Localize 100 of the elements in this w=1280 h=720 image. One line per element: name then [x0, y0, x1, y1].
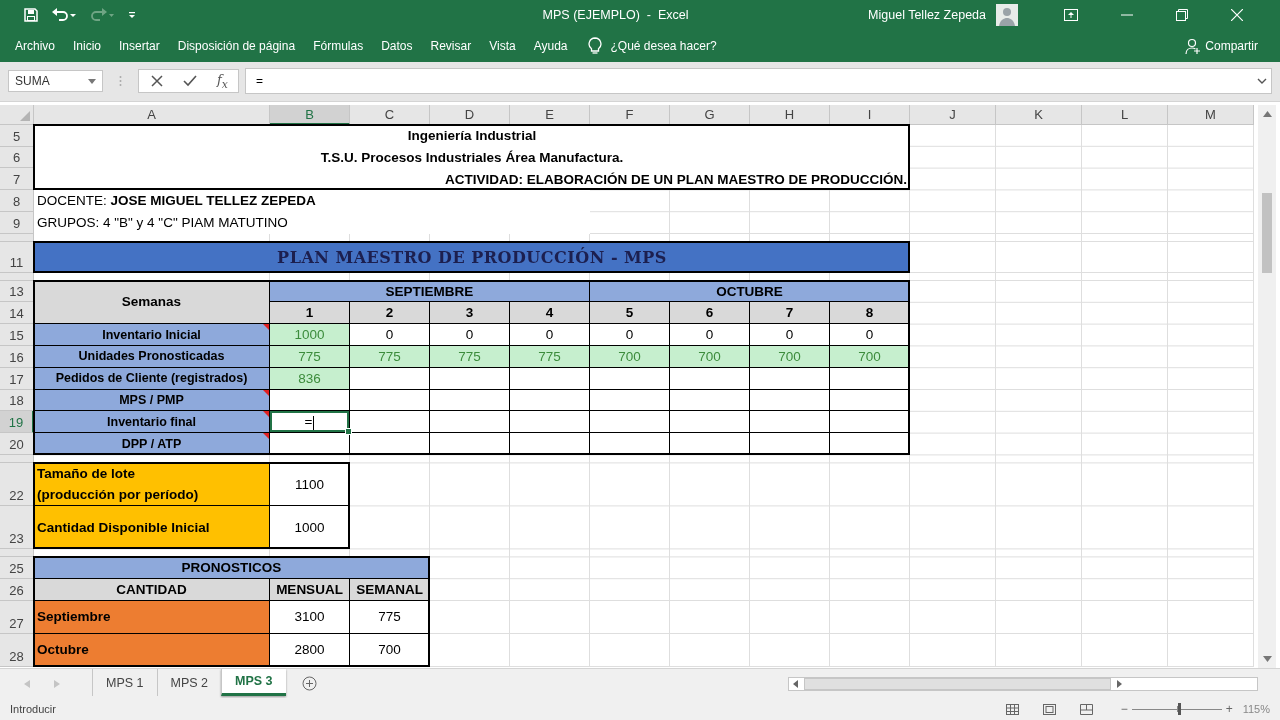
table-cell: 836	[270, 367, 350, 390]
ribbon-tab[interactable]: Fórmulas	[304, 29, 373, 62]
sheet-tab[interactable]: MPS 1	[92, 669, 157, 697]
row-header[interactable]: 16	[0, 346, 34, 368]
column-header[interactable]: K	[996, 104, 1082, 125]
table-header: 2	[350, 302, 430, 325]
table-cell: 1000	[270, 324, 350, 347]
sheet-tab[interactable]: MPS 3	[221, 669, 286, 697]
sheet-heading: ACTIVIDAD: ELABORACIÓN DE UN PLAN MAESTRO DE PRODUCCIÓN.	[444, 170, 908, 189]
status-mode: Introducir	[10, 703, 56, 716]
window-title: MPS (EJEMPLO) - Excel	[541, 7, 690, 22]
column-header[interactable]: F	[590, 104, 670, 125]
table-header: MENSUAL	[270, 578, 350, 601]
row-header[interactable]: 28	[0, 633, 34, 667]
sheet-text: DOCENTE: JOSE MIGUEL TELLEZ ZEPEDA	[34, 190, 590, 212]
table-header: 3	[430, 302, 510, 325]
row-label: MPS / PMP	[34, 389, 270, 412]
row-label: Pedidos de Cliente (registrados)	[34, 367, 270, 390]
column-header[interactable]: L	[1082, 104, 1168, 125]
table-header: SEPTIEMBRE	[270, 280, 590, 303]
table-header: 5	[590, 302, 670, 325]
row-header[interactable]: 15	[0, 324, 34, 347]
zoom-in-button[interactable]: +	[1221, 702, 1237, 717]
column-header[interactable]: A	[34, 104, 270, 125]
row-label: Inventario Inicial	[34, 324, 270, 347]
row-header[interactable]: 11	[0, 241, 34, 273]
ribbon-tab[interactable]: Datos	[372, 29, 422, 62]
table-cell: 700	[590, 346, 670, 368]
row-header[interactable]: 17	[0, 367, 34, 390]
row-header[interactable]: 27	[0, 600, 34, 634]
column-header[interactable]: G	[670, 104, 750, 125]
table-cell: 775	[350, 346, 430, 368]
table-header: 7	[750, 302, 830, 325]
name-box[interactable]: SUMA	[8, 70, 103, 93]
table-cell: 775	[270, 346, 350, 368]
ribbon-tab[interactable]: Revisar	[421, 29, 481, 62]
table-cell: 0	[430, 324, 510, 347]
row-header[interactable]: 19	[0, 411, 34, 434]
table-cell: 0	[830, 324, 910, 347]
row-header[interactable]: 14	[0, 302, 34, 325]
row-header[interactable]: 8	[0, 190, 34, 212]
column-header[interactable]: B	[270, 104, 350, 125]
table-header: CANTIDAD	[34, 578, 270, 601]
column-header[interactable]: M	[1168, 104, 1254, 125]
sheet-heading: T.S.U. Procesos Industriales Área Manufactura.	[319, 148, 625, 167]
ribbon-tab[interactable]: Insertar	[110, 29, 169, 62]
row-header[interactable]: 9	[0, 211, 34, 234]
table-header: 4	[510, 302, 590, 325]
ribbon-tab[interactable]: Inicio	[64, 29, 111, 62]
insert-function-button[interactable]: f$_{x}$	[217, 72, 228, 91]
table-header: PRONOSTICOS	[34, 557, 430, 579]
table-header: OCTUBRE	[590, 280, 910, 303]
row-label: Inventario final	[34, 411, 270, 434]
row-header[interactable]: 20	[0, 433, 34, 456]
tell-me-field[interactable]: ¿Qué desea hacer?	[610, 38, 1180, 53]
row-header[interactable]: 6	[0, 146, 34, 169]
table-cell: 775	[430, 346, 510, 368]
table-label: Septiembre	[34, 600, 270, 634]
table-cell: =	[270, 411, 350, 434]
ribbon-tab[interactable]: Archivo	[6, 29, 64, 62]
table-cell: 0	[670, 324, 750, 347]
table-header: Semanas	[34, 280, 270, 325]
row-header[interactable]: 7	[0, 168, 34, 191]
table-header: 8	[830, 302, 910, 325]
table-cell: 700	[750, 346, 830, 368]
share-button[interactable]: Compartir	[1179, 36, 1264, 55]
sheet-text: GRUPOS: 4 "B" y 4 "C" PIAM MATUTINO	[34, 211, 590, 234]
ribbon-tab[interactable]: Vista	[480, 29, 525, 62]
table-cell: 0	[590, 324, 670, 347]
sheet-heading: Ingeniería Industrial	[406, 127, 538, 146]
row-header[interactable]: 26	[0, 578, 34, 601]
column-header[interactable]: C	[350, 104, 430, 125]
row-header[interactable]: 18	[0, 389, 34, 412]
table-cell: 700	[830, 346, 910, 368]
row-header[interactable]: 13	[0, 280, 34, 303]
table-cell: 700	[670, 346, 750, 368]
formula-field[interactable]: =	[244, 68, 1272, 95]
user-name: Miguel Tellez Zepeda	[868, 7, 986, 22]
row-label: Unidades Pronosticadas	[34, 346, 270, 368]
ribbon-tab[interactable]: Disposición de página	[168, 29, 305, 62]
column-header[interactable]: H	[750, 104, 830, 125]
row-header[interactable]: 23	[0, 506, 34, 550]
table-cell: 0	[750, 324, 830, 347]
row-header[interactable]: 22	[0, 463, 34, 507]
table-cell: 0	[350, 324, 430, 347]
row-header[interactable]: 5	[0, 124, 34, 147]
column-header[interactable]: E	[510, 104, 590, 125]
table-cell: 3100	[270, 600, 350, 634]
table-header: 1	[270, 302, 350, 325]
row-label: DPP / ATP	[34, 433, 270, 456]
table-label: Tamaño de lote (producción por período)	[34, 463, 270, 507]
column-header[interactable]: J	[910, 104, 996, 125]
column-header[interactable]: D	[430, 104, 510, 125]
ribbon-tab[interactable]: Ayuda	[524, 29, 577, 62]
zoom-out-button[interactable]: −	[1116, 702, 1132, 717]
column-header[interactable]: I	[830, 104, 910, 125]
table-label: Cantidad Disponible Inicial	[34, 506, 270, 550]
table-header: 6	[670, 302, 750, 325]
table-cell: 775	[510, 346, 590, 368]
row-header[interactable]: 25	[0, 557, 34, 579]
